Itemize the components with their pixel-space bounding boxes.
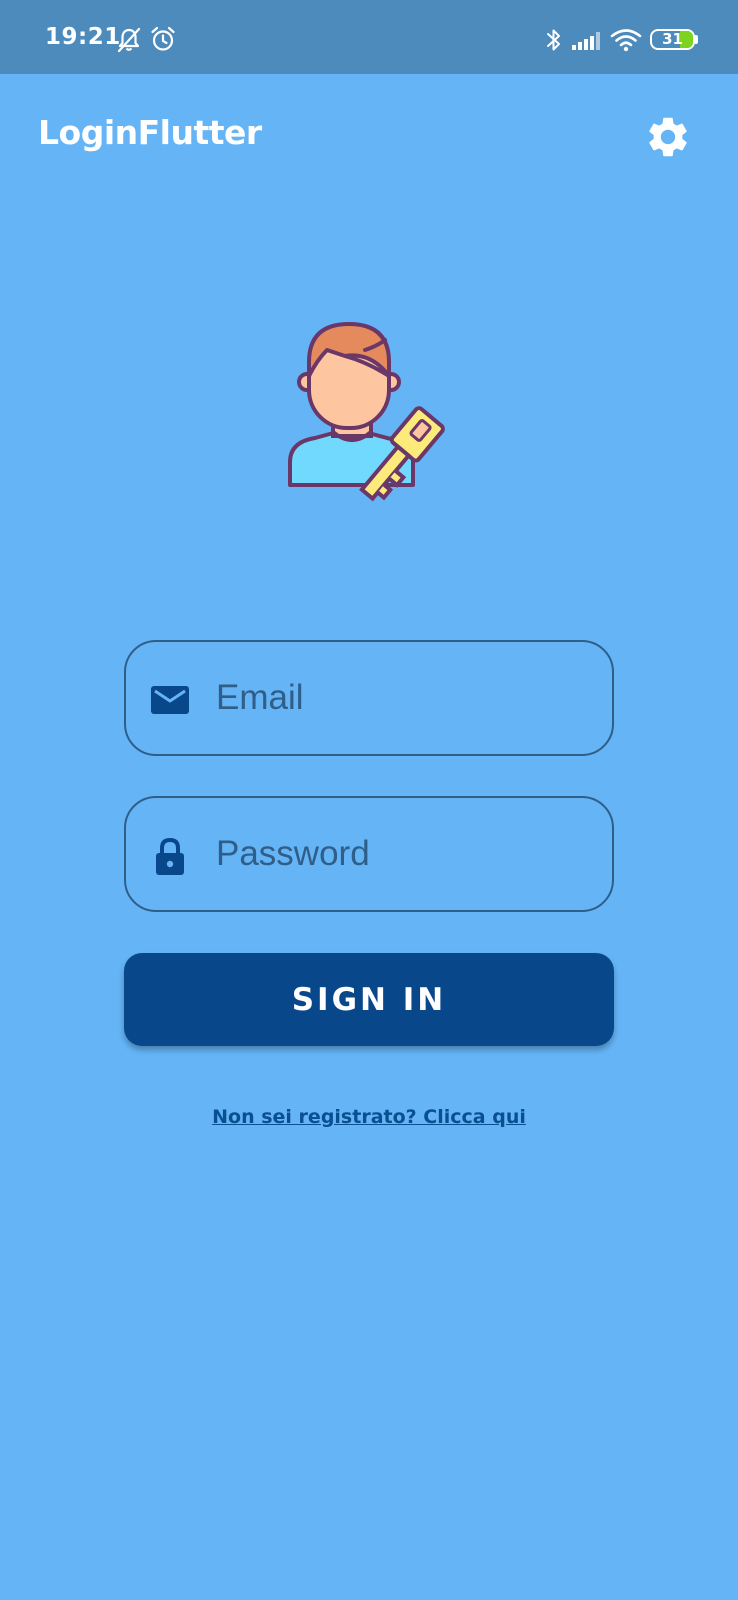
notifications-off-icon [117, 27, 141, 53]
battery-icon: 31 [650, 29, 695, 50]
signal-icon [572, 32, 600, 50]
app-title: LoginFlutter [38, 113, 262, 152]
battery-nub [695, 35, 698, 44]
email-field[interactable] [124, 640, 614, 756]
alarm-icon [151, 26, 175, 51]
password-input[interactable] [216, 798, 596, 910]
password-field[interactable] [124, 796, 614, 912]
email-input[interactable] [216, 642, 596, 754]
status-time: 19:21 [45, 24, 121, 50]
sign-in-button[interactable]: SIGN IN [124, 953, 614, 1046]
register-link[interactable]: Non sei registrato? Clicca qui [0, 1106, 738, 1128]
settings-button[interactable] [644, 113, 692, 161]
lock-icon [156, 837, 184, 875]
gear-icon [649, 117, 687, 157]
status-bar: 19:21 31 [0, 0, 738, 74]
bluetooth-icon [547, 29, 560, 51]
wifi-icon [610, 29, 642, 52]
battery-level: 31 [662, 30, 683, 48]
mail-icon [151, 686, 189, 714]
user-key-icon [288, 322, 445, 502]
